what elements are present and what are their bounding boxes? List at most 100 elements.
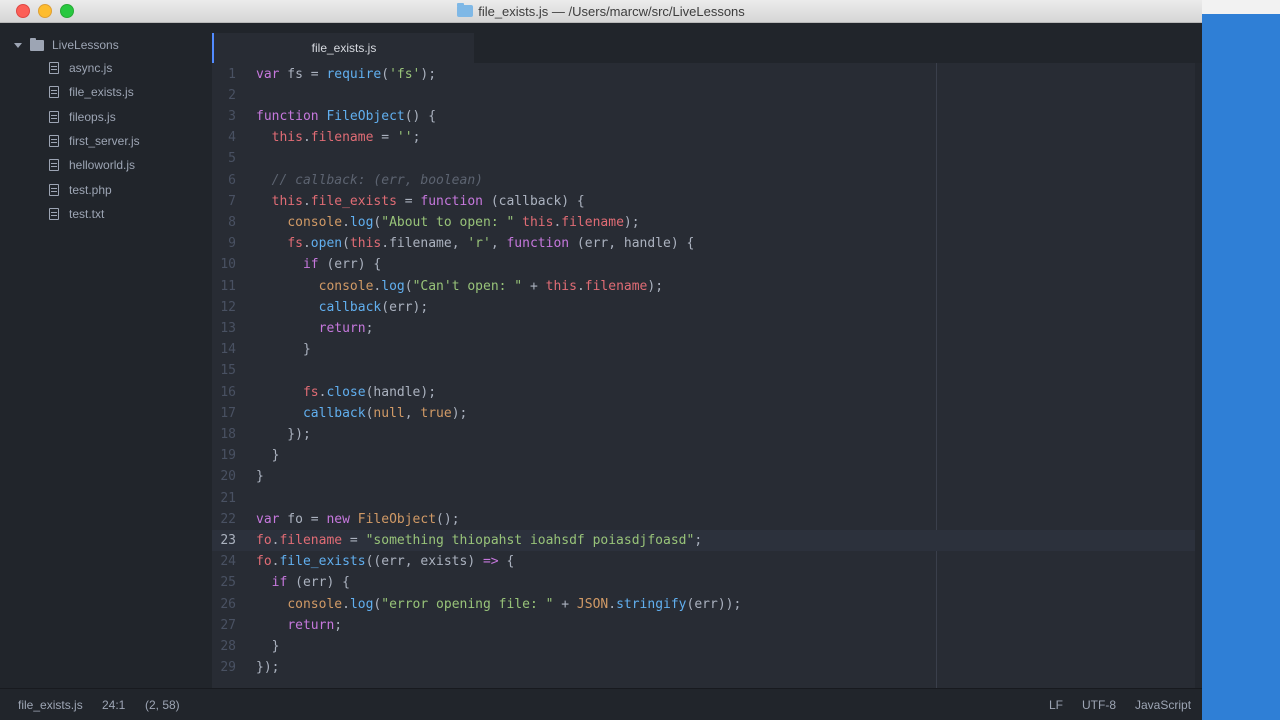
code-line[interactable]: 27 return; — [212, 615, 1195, 636]
line-number[interactable]: 3 — [212, 106, 236, 127]
sidebar-file-file-exists-js[interactable]: file_exists.js — [0, 80, 212, 104]
line-number[interactable]: 16 — [212, 382, 236, 403]
title-bar[interactable]: file_exists.js — /Users/marcw/src/LiveLe… — [0, 0, 1202, 23]
line-number[interactable]: 24 — [212, 551, 236, 572]
line-number[interactable]: 10 — [212, 254, 236, 275]
code-line[interactable]: 29}); — [212, 657, 1195, 678]
code-text: callback(null, true); — [302, 405, 468, 421]
line-number[interactable]: 12 — [212, 297, 236, 318]
line-number[interactable]: 27 — [212, 615, 236, 636]
code-line[interactable]: 6 // callback: (err, boolean) — [212, 170, 1195, 191]
sidebar-file-test-php[interactable]: test.php — [0, 177, 212, 201]
line-number[interactable]: 1 — [212, 64, 236, 85]
line-number[interactable]: 19 — [212, 445, 236, 466]
status-file-path[interactable]: file_exists.js — [18, 698, 83, 712]
code-line[interactable]: 17 callback(null, true); — [212, 403, 1195, 424]
tab-bar: file_exists.js — [212, 23, 1202, 63]
folder-icon — [457, 3, 474, 17]
code-line[interactable]: 4 this.filename = ''; — [212, 127, 1195, 148]
code-line[interactable]: 12 callback(err); — [212, 297, 1195, 318]
line-number[interactable]: 5 — [212, 148, 236, 169]
line-number[interactable]: 18 — [212, 424, 236, 445]
code-text: if (err) { — [271, 575, 350, 591]
line-number[interactable]: 23 — [212, 530, 236, 551]
maximize-window-button[interactable] — [60, 4, 74, 18]
sidebar-file-first-server-js[interactable]: first_server.js — [0, 129, 212, 153]
code-line[interactable]: 9 fs.open(this.filename, 'r', function (… — [212, 233, 1195, 254]
code-line[interactable]: 13 return; — [212, 318, 1195, 339]
sidebar-file-label: test.php — [69, 182, 112, 197]
code-line[interactable]: 11 console.log("Can't open: " + this.fil… — [212, 276, 1195, 297]
sidebar-file-label: async.js — [69, 61, 113, 76]
code-line[interactable]: 28 } — [212, 636, 1195, 657]
desktop-background-right — [1200, 0, 1280, 720]
line-number[interactable]: 21 — [212, 488, 236, 509]
minimize-window-button[interactable] — [38, 4, 52, 18]
line-number[interactable]: 15 — [212, 360, 236, 381]
code-line[interactable]: 14 } — [212, 339, 1195, 360]
code-text: fs.close(handle); — [302, 384, 437, 400]
code-text: this.filename = ''; — [271, 130, 421, 146]
code-text: return; — [318, 320, 374, 336]
line-number[interactable]: 13 — [212, 318, 236, 339]
status-grammar[interactable]: JavaScript — [1135, 698, 1191, 712]
code-text: console.log("Can't open: " + this.filena… — [318, 278, 664, 294]
vertical-scrollbar[interactable] — [1195, 63, 1202, 688]
code-line[interactable]: 21 — [212, 488, 1195, 509]
line-number[interactable]: 22 — [212, 509, 236, 530]
close-window-button[interactable] — [16, 4, 30, 18]
status-selection-count: (2, 58) — [145, 698, 180, 712]
line-number[interactable]: 28 — [212, 636, 236, 657]
code-text: var fs = require('fs'); — [256, 66, 437, 82]
line-number[interactable]: 29 — [212, 657, 236, 678]
tab-file-exists[interactable]: file_exists.js — [212, 33, 474, 63]
sidebar-file-async-js[interactable]: async.js — [0, 56, 212, 80]
sidebar-file-fileops-js[interactable]: fileops.js — [0, 105, 212, 129]
line-number[interactable]: 20 — [212, 466, 236, 487]
window-title-group: file_exists.js — /Users/marcw/src/LiveLe… — [457, 3, 745, 19]
line-number[interactable]: 25 — [212, 572, 236, 593]
status-encoding[interactable]: UTF-8 — [1082, 698, 1116, 712]
status-cursor-position[interactable]: 24:1 — [102, 698, 125, 712]
code-text: } — [256, 342, 311, 358]
code-line[interactable]: 24 fo.file_exists((err, exists) => { — [212, 551, 1195, 572]
code-line[interactable]: 2 — [212, 85, 1195, 106]
line-number[interactable]: 8 — [212, 212, 236, 233]
line-number[interactable]: 17 — [212, 403, 236, 424]
code-line[interactable]: 26 console.log("error opening file: " + … — [212, 594, 1195, 615]
code-line[interactable]: 5 — [212, 148, 1195, 169]
code-line[interactable]: 15 — [212, 360, 1195, 381]
code-line[interactable]: 23 fo.filename = "something thiopahst ioa… — [212, 529, 1195, 552]
line-number[interactable]: 11 — [212, 276, 236, 297]
line-number[interactable]: 26 — [212, 594, 236, 615]
code-line[interactable]: 10 if (err) { — [212, 254, 1195, 275]
sidebar-file-label: fileops.js — [69, 109, 116, 124]
code-line[interactable]: 20} — [212, 466, 1195, 487]
code-line[interactable]: 19 } — [212, 445, 1195, 466]
line-number[interactable]: 4 — [212, 127, 236, 148]
file-icon — [49, 183, 59, 196]
line-number[interactable]: 6 — [212, 170, 236, 191]
code-line[interactable]: 16 fs.close(handle); — [212, 382, 1195, 403]
editor-window: file_exists.js — /Users/marcw/src/LiveLe… — [0, 0, 1202, 720]
code-line[interactable]: 1 var fs = require('fs'); — [212, 64, 1195, 85]
line-number[interactable]: 2 — [212, 85, 236, 106]
sidebar-file-helloworld-js[interactable]: helloworld.js — [0, 153, 212, 177]
line-number[interactable]: 9 — [212, 233, 236, 254]
project-root-folder[interactable]: LiveLessons — [0, 34, 212, 56]
code-line[interactable]: 8 console.log("About to open: " this.fil… — [212, 212, 1195, 233]
code-editor[interactable]: 1 var fs = require('fs'); 2 3 function FileO… — [212, 63, 1202, 688]
line-number[interactable]: 7 — [212, 191, 236, 212]
code-text: console.log("error opening file: " + JSO… — [287, 596, 742, 612]
code-line[interactable]: 7 this.file_exists = function (callback)… — [212, 191, 1195, 212]
file-icon — [49, 86, 59, 99]
status-line-ending[interactable]: LF — [1049, 698, 1063, 712]
code-line[interactable]: 18 }); — [212, 424, 1195, 445]
line-number[interactable]: 14 — [212, 339, 236, 360]
code-line[interactable]: 25 if (err) { — [212, 572, 1195, 593]
sidebar-file-label: first_server.js — [69, 134, 140, 149]
code-text: } — [256, 469, 264, 485]
code-line[interactable]: 3 function FileObject() { — [212, 106, 1195, 127]
sidebar-file-test-txt[interactable]: test.txt — [0, 202, 212, 226]
code-line[interactable]: 22 var fo = new FileObject(); — [212, 509, 1195, 530]
